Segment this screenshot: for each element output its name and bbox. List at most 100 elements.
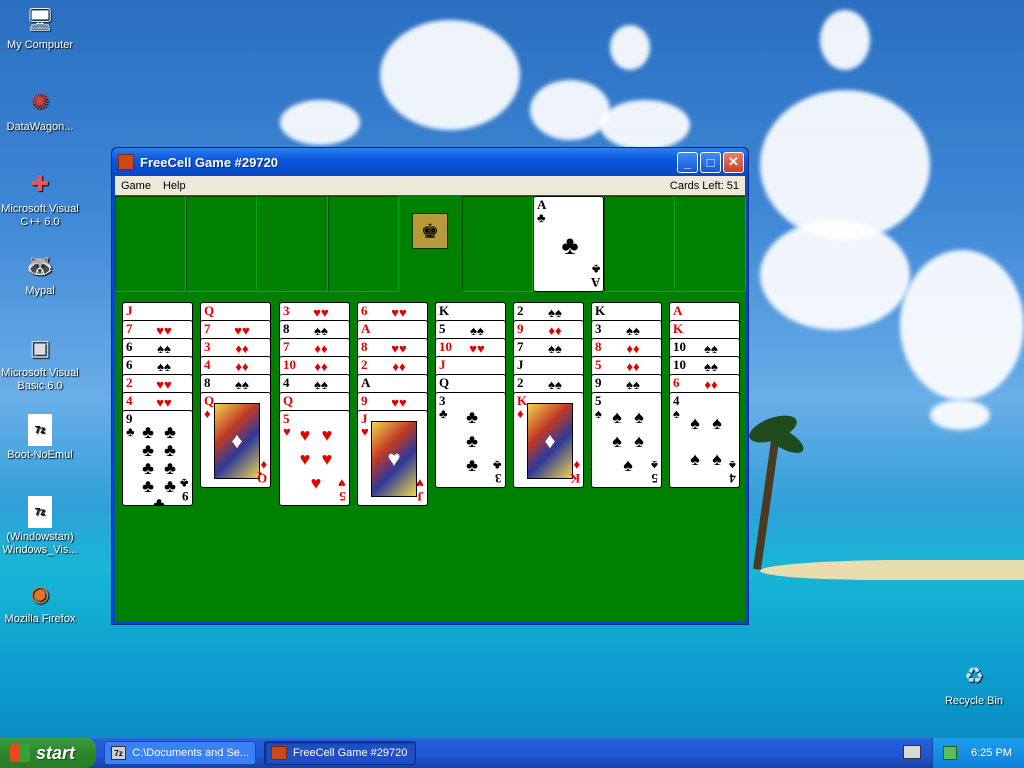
card-corner-bottom: 5 ♠	[651, 458, 658, 486]
card-pip-row: ♦♦	[548, 322, 562, 338]
freecell-window[interactable]: FreeCell Game #29720 _ □ ✕ Game Help Car…	[111, 147, 749, 625]
visual-cpp-icon: ✚	[30, 171, 50, 196]
card-label: A ♣	[537, 197, 547, 225]
maximize-button[interactable]: □	[700, 151, 721, 173]
free-cell[interactable]	[328, 196, 399, 292]
taskbar-item-documents[interactable]: 7z C:\Documents and Se...	[104, 741, 256, 765]
freecell-icon	[271, 746, 287, 760]
card-pip-row: ♥♥	[469, 340, 485, 356]
shortcut-icon: ✺	[30, 89, 50, 114]
7z-file-icon: 7z	[28, 496, 52, 528]
playing-card[interactable]: 5 ♠ ♠ ♠ ♠ ♠ ♠ 5 ♠	[591, 392, 662, 488]
cloud	[900, 250, 1024, 400]
card-pip-row: ♦♦	[626, 358, 640, 374]
card-face-art: ♦	[214, 403, 260, 479]
card-corner-bottom: 5 ♥	[338, 476, 346, 504]
network-icon[interactable]	[943, 746, 957, 760]
card-pip-row: ♦♦	[235, 340, 249, 356]
menu-game[interactable]: Game	[115, 180, 157, 192]
cards-left-status: Cards Left: 51	[669, 179, 739, 192]
card-corner-bottom: J ♥	[416, 476, 424, 504]
desktop-icon-boot-noemul[interactable]: 7z Boot-NoEmul	[0, 414, 80, 462]
card-pip-row: ♦♦	[235, 358, 249, 374]
card-pip-row: ♥♥	[156, 322, 172, 338]
playing-card[interactable]: 3 ♣ ♣ ♣ ♣ 3 ♣	[435, 392, 506, 488]
card-pip-row	[137, 304, 191, 320]
card-pip-row	[606, 304, 660, 320]
card-pip-row: ♠♠	[235, 376, 249, 392]
playing-card[interactable]: A ♣ ♣ A ♣	[533, 196, 604, 292]
free-cell[interactable]	[115, 196, 186, 292]
desktop-icon-datawagon[interactable]: ✺ DataWagon...	[0, 86, 80, 134]
desktop-icon-firefox[interactable]: ◉ Mozilla Firefox	[0, 578, 80, 626]
card-pips: ♣	[561, 230, 579, 260]
cloud	[820, 10, 870, 70]
card-pip-row: ♦♦	[626, 340, 640, 356]
home-cell[interactable]	[604, 196, 675, 292]
taskbar-item-freecell[interactable]: FreeCell Game #29720	[264, 741, 416, 765]
card-pip-row: ♠♠	[548, 304, 562, 320]
card-pip-row: ♦♦	[704, 376, 718, 392]
card-face-art: ♥	[371, 421, 417, 497]
title-bar[interactable]: FreeCell Game #29720 _ □ ✕	[112, 148, 748, 176]
card-pip-row: ♥♥	[391, 394, 407, 410]
playing-card[interactable]: Q ♦ ♦ Q ♦	[200, 392, 271, 488]
card-label: J ♥	[361, 411, 369, 439]
card-pips: ♠ ♠ ♠ ♠ ♠	[612, 407, 644, 475]
playing-card[interactable]: 5 ♥ ♥ ♥ ♥ ♥ ♥ 5 ♥	[279, 410, 350, 506]
card-pip-row: ♥♥	[234, 322, 250, 338]
card-pip-row: ♥♥	[156, 394, 172, 410]
desktop-icon-visual-basic[interactable]: ▣ Microsoft Visual Basic 6.0	[0, 332, 80, 393]
home-cell[interactable]	[675, 196, 746, 292]
playing-card[interactable]: 9 ♣ ♣ ♣ ♣ ♣ ♣ ♣ ♣ ♣ ♣ 9 ♣	[122, 410, 193, 506]
desktop-icon-my-computer[interactable]: 🖥 My Computer	[0, 4, 80, 52]
card-pips: ♣ ♣ ♣ ♣ ♣ ♣ ♣ ♣ ♣	[142, 422, 176, 506]
card-pips: ♥ ♥ ♥ ♥ ♥	[299, 425, 333, 493]
recycle-bin-icon: ♻	[964, 663, 984, 688]
minimize-button[interactable]: _	[677, 151, 698, 173]
free-cell[interactable]	[257, 196, 328, 292]
card-pip-row: ♠♠	[626, 322, 640, 338]
desktop-icon-mypal[interactable]: 🦝 Mypal	[0, 250, 80, 298]
card-pip-row: ♠♠	[314, 376, 328, 392]
card-pip-row: ♠♠	[626, 376, 640, 392]
free-cell[interactable]	[186, 196, 257, 292]
desktop-icon-visual-cpp[interactable]: ✚ Microsoft Visual C++ 6.0	[0, 168, 80, 229]
card-label: 3 ♣	[439, 393, 448, 421]
cloud	[610, 25, 650, 70]
card-pip-row: ♥♥	[391, 340, 407, 356]
playing-card[interactable]: 4 ♠ ♠ ♠ ♠ ♠ 4 ♠	[669, 392, 740, 488]
keyboard-icon[interactable]	[903, 745, 921, 759]
start-button[interactable]: start	[0, 738, 96, 768]
cloud	[760, 90, 930, 240]
card-pip-row: ♥♥	[313, 304, 329, 320]
menu-help[interactable]: Help	[157, 180, 192, 192]
playing-card[interactable]: K ♦ ♦ K ♦	[513, 392, 584, 488]
card-label: 5 ♥	[283, 411, 291, 439]
card-pip-row: ♦♦	[392, 358, 406, 374]
card-corner-bottom: K ♦	[569, 458, 580, 486]
card-pip-row	[372, 376, 426, 392]
palm-tree	[752, 440, 780, 570]
desktop-icon-recycle-bin[interactable]: ♻ Recycle Bin	[934, 660, 1014, 708]
card-pip-row	[450, 304, 504, 320]
card-pip-row	[684, 322, 738, 338]
home-cell[interactable]	[462, 196, 533, 292]
card-pip-row: ♠♠	[548, 340, 562, 356]
cloud	[760, 220, 910, 330]
close-button[interactable]: ✕	[723, 151, 744, 173]
card-pip-row	[528, 358, 582, 374]
7z-icon: 7z	[111, 746, 127, 760]
card-pips: ♣ ♣ ♣	[466, 407, 478, 475]
window-title: FreeCell Game #29720	[140, 154, 279, 170]
card-pips: ♠ ♠ ♠ ♠	[690, 413, 722, 469]
firefox-icon: ◉	[30, 581, 50, 606]
card-pip-row: ♠♠	[157, 358, 171, 374]
card-pip-row: ♠♠	[157, 340, 171, 356]
card-pip-row: ♠♠	[548, 376, 562, 392]
system-tray: 6:25 PM	[932, 738, 1024, 768]
playing-card[interactable]: J ♥ ♥ J ♥	[357, 410, 428, 506]
computer-icon: 🖥	[26, 7, 54, 32]
desktop-icon-windowstan[interactable]: 7z (Windowstan) Windows_Vis...	[0, 496, 80, 557]
card-pip-row: ♥♥	[156, 376, 172, 392]
